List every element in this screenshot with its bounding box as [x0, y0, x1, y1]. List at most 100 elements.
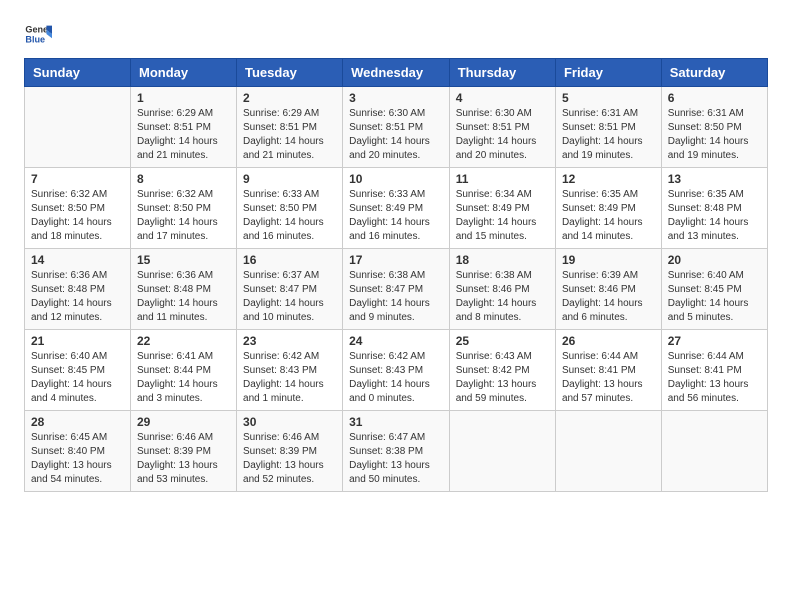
- day-info: Sunrise: 6:47 AM Sunset: 8:38 PM Dayligh…: [349, 431, 443, 487]
- calendar-week-row: 7 Sunrise: 6:32 AM Sunset: 8:50 PM Daylig…: [25, 168, 768, 249]
- day-info: Sunrise: 6:34 AM Sunset: 8:49 PM Dayligh…: [456, 188, 549, 244]
- day-number: 31: [349, 415, 443, 429]
- calendar-cell: 28 Sunrise: 6:45 AM Sunset: 8:40 PM Dayli…: [25, 411, 131, 492]
- day-info: Sunrise: 6:38 AM Sunset: 8:47 PM Dayligh…: [349, 269, 443, 325]
- day-number: 8: [137, 172, 230, 186]
- day-info: Sunrise: 6:41 AM Sunset: 8:44 PM Dayligh…: [137, 350, 230, 406]
- calendar-cell: 3Sunrise: 6:30 AM Sunset: 8:51 PM Daylig…: [343, 87, 450, 168]
- calendar-cell: [25, 87, 131, 168]
- header-day-thursday: Thursday: [449, 59, 555, 87]
- calendar-cell: 20 Sunrise: 6:40 AM Sunset: 8:45 PM Dayli…: [661, 249, 767, 330]
- day-info: Sunrise: 6:46 AM Sunset: 8:39 PM Dayligh…: [243, 431, 336, 487]
- calendar-cell: 25 Sunrise: 6:43 AM Sunset: 8:42 PM Dayli…: [449, 330, 555, 411]
- calendar-cell: 17 Sunrise: 6:38 AM Sunset: 8:47 PM Dayli…: [343, 249, 450, 330]
- calendar-cell: 16Sunrise: 6:37 AM Sunset: 8:47 PM Dayli…: [237, 249, 343, 330]
- day-number: 11: [456, 172, 549, 186]
- day-info: Sunrise: 6:33 AM Sunset: 8:50 PM Dayligh…: [243, 188, 336, 244]
- day-info: Sunrise: 6:29 AM Sunset: 8:51 PM Dayligh…: [243, 107, 336, 163]
- day-info: Sunrise: 6:30 AM Sunset: 8:51 PM Dayligh…: [456, 107, 549, 163]
- svg-text:Blue: Blue: [25, 34, 45, 44]
- day-number: 12: [562, 172, 655, 186]
- calendar-week-row: 14 Sunrise: 6:36 AM Sunset: 8:48 PM Dayli…: [25, 249, 768, 330]
- day-number: 18: [456, 253, 549, 267]
- calendar-cell: 24Sunrise: 6:42 AM Sunset: 8:43 PM Dayli…: [343, 330, 450, 411]
- day-info: Sunrise: 6:43 AM Sunset: 8:42 PM Dayligh…: [456, 350, 549, 406]
- calendar-cell: 7Sunrise: 6:32 AM Sunset: 8:50 PM Daylig…: [25, 168, 131, 249]
- calendar-cell: 12 Sunrise: 6:35 AM Sunset: 8:49 PM Dayli…: [555, 168, 661, 249]
- calendar-cell: 27Sunrise: 6:44 AM Sunset: 8:41 PM Dayli…: [661, 330, 767, 411]
- header: General Blue: [24, 20, 768, 48]
- calendar-week-row: 21 Sunrise: 6:40 AM Sunset: 8:45 PM Dayli…: [25, 330, 768, 411]
- day-number: 7: [31, 172, 124, 186]
- day-number: 9: [243, 172, 336, 186]
- day-number: 14: [31, 253, 124, 267]
- day-info: Sunrise: 6:38 AM Sunset: 8:46 PM Dayligh…: [456, 269, 549, 325]
- calendar-week-row: 28 Sunrise: 6:45 AM Sunset: 8:40 PM Dayli…: [25, 411, 768, 492]
- calendar-cell: 5 Sunrise: 6:31 AM Sunset: 8:51 PM Daylig…: [555, 87, 661, 168]
- day-number: 1: [137, 91, 230, 105]
- day-number: 23: [243, 334, 336, 348]
- day-number: 4: [456, 91, 549, 105]
- header-day-monday: Monday: [130, 59, 236, 87]
- day-number: 20: [668, 253, 761, 267]
- day-info: Sunrise: 6:35 AM Sunset: 8:49 PM Dayligh…: [562, 188, 655, 244]
- day-info: Sunrise: 6:31 AM Sunset: 8:50 PM Dayligh…: [668, 107, 761, 163]
- logo-icon: General Blue: [24, 20, 52, 48]
- day-number: 30: [243, 415, 336, 429]
- calendar-cell: 4 Sunrise: 6:30 AM Sunset: 8:51 PM Daylig…: [449, 87, 555, 168]
- header-day-sunday: Sunday: [25, 59, 131, 87]
- day-info: Sunrise: 6:46 AM Sunset: 8:39 PM Dayligh…: [137, 431, 230, 487]
- header-day-saturday: Saturday: [661, 59, 767, 87]
- day-info: Sunrise: 6:31 AM Sunset: 8:51 PM Dayligh…: [562, 107, 655, 163]
- day-number: 22: [137, 334, 230, 348]
- day-number: 3: [349, 91, 443, 105]
- calendar-cell: 22 Sunrise: 6:41 AM Sunset: 8:44 PM Dayli…: [130, 330, 236, 411]
- day-number: 24: [349, 334, 443, 348]
- day-info: Sunrise: 6:37 AM Sunset: 8:47 PM Dayligh…: [243, 269, 336, 325]
- day-info: Sunrise: 6:39 AM Sunset: 8:46 PM Dayligh…: [562, 269, 655, 325]
- calendar-cell: 31 Sunrise: 6:47 AM Sunset: 8:38 PM Dayli…: [343, 411, 450, 492]
- day-number: 29: [137, 415, 230, 429]
- calendar-cell: 11 Sunrise: 6:34 AM Sunset: 8:49 PM Dayli…: [449, 168, 555, 249]
- day-info: Sunrise: 6:35 AM Sunset: 8:48 PM Dayligh…: [668, 188, 761, 244]
- day-number: 17: [349, 253, 443, 267]
- day-number: 25: [456, 334, 549, 348]
- day-info: Sunrise: 6:44 AM Sunset: 8:41 PM Dayligh…: [562, 350, 655, 406]
- calendar-cell: [661, 411, 767, 492]
- calendar-cell: 10Sunrise: 6:33 AM Sunset: 8:49 PM Dayli…: [343, 168, 450, 249]
- day-info: Sunrise: 6:42 AM Sunset: 8:43 PM Dayligh…: [243, 350, 336, 406]
- header-day-wednesday: Wednesday: [343, 59, 450, 87]
- day-info: Sunrise: 6:33 AM Sunset: 8:49 PM Dayligh…: [349, 188, 443, 244]
- calendar-cell: 26Sunrise: 6:44 AM Sunset: 8:41 PM Dayli…: [555, 330, 661, 411]
- day-number: 13: [668, 172, 761, 186]
- day-info: Sunrise: 6:36 AM Sunset: 8:48 PM Dayligh…: [31, 269, 124, 325]
- calendar-cell: 21 Sunrise: 6:40 AM Sunset: 8:45 PM Dayli…: [25, 330, 131, 411]
- calendar: SundayMondayTuesdayWednesdayThursdayFrid…: [24, 58, 768, 492]
- day-info: Sunrise: 6:45 AM Sunset: 8:40 PM Dayligh…: [31, 431, 124, 487]
- calendar-week-row: 1 Sunrise: 6:29 AM Sunset: 8:51 PM Daylig…: [25, 87, 768, 168]
- calendar-cell: 29 Sunrise: 6:46 AM Sunset: 8:39 PM Dayli…: [130, 411, 236, 492]
- day-info: Sunrise: 6:44 AM Sunset: 8:41 PM Dayligh…: [668, 350, 761, 406]
- day-number: 5: [562, 91, 655, 105]
- header-day-tuesday: Tuesday: [237, 59, 343, 87]
- day-number: 15: [137, 253, 230, 267]
- day-info: Sunrise: 6:32 AM Sunset: 8:50 PM Dayligh…: [137, 188, 230, 244]
- calendar-cell: 15 Sunrise: 6:36 AM Sunset: 8:48 PM Dayli…: [130, 249, 236, 330]
- calendar-cell: 13 Sunrise: 6:35 AM Sunset: 8:48 PM Dayli…: [661, 168, 767, 249]
- calendar-header-row: SundayMondayTuesdayWednesdayThursdayFrid…: [25, 59, 768, 87]
- header-day-friday: Friday: [555, 59, 661, 87]
- day-number: 21: [31, 334, 124, 348]
- calendar-cell: 1 Sunrise: 6:29 AM Sunset: 8:51 PM Daylig…: [130, 87, 236, 168]
- calendar-cell: 30 Sunrise: 6:46 AM Sunset: 8:39 PM Dayli…: [237, 411, 343, 492]
- calendar-cell: 6Sunrise: 6:31 AM Sunset: 8:50 PM Daylig…: [661, 87, 767, 168]
- calendar-cell: [449, 411, 555, 492]
- day-info: Sunrise: 6:40 AM Sunset: 8:45 PM Dayligh…: [668, 269, 761, 325]
- calendar-cell: 23 Sunrise: 6:42 AM Sunset: 8:43 PM Dayli…: [237, 330, 343, 411]
- calendar-cell: 9 Sunrise: 6:33 AM Sunset: 8:50 PM Daylig…: [237, 168, 343, 249]
- calendar-cell: [555, 411, 661, 492]
- day-info: Sunrise: 6:29 AM Sunset: 8:51 PM Dayligh…: [137, 107, 230, 163]
- day-info: Sunrise: 6:40 AM Sunset: 8:45 PM Dayligh…: [31, 350, 124, 406]
- day-number: 2: [243, 91, 336, 105]
- day-number: 28: [31, 415, 124, 429]
- day-info: Sunrise: 6:36 AM Sunset: 8:48 PM Dayligh…: [137, 269, 230, 325]
